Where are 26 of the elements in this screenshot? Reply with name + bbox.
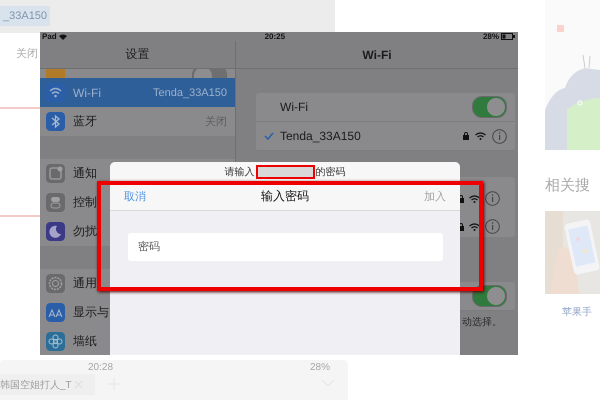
item-label: 勿扰 [73,223,97,240]
item-label: 通知 [73,165,97,182]
dialog-prompt: 请输入 [224,166,254,179]
tab-title: 韩国空姐打人_T [0,378,72,392]
item-value: Tenda_33A150 [152,86,227,98]
item-label: 控制 [73,194,97,211]
network-name: Tenda_33A150 [280,129,362,143]
item-label: Wi-Fi [73,86,101,100]
dialog-title: 输入密码 [261,188,309,204]
item-label: 通用 [73,275,97,292]
carrier-label: Pad [42,32,57,41]
selected-text: _33A150 [0,6,50,26]
item-label: 墙纸 [73,333,97,350]
battery-level: 28% [482,32,499,41]
hint-text: 动选择。 [462,316,502,329]
pane-title: Wi-Fi [236,41,518,69]
item-label: 蓝牙 [73,113,97,130]
image-caption: 苹果手 [562,306,592,319]
dialog-prompt: 的密码 [316,166,346,179]
section-heading: 相关搜 [545,176,590,195]
status-time: 20:28 [88,362,114,373]
status-time: 20:25 [264,32,286,41]
row-label: Wi-Fi [280,100,309,114]
battery-level: 28% [310,362,330,373]
item-label: 显示与 [73,304,109,321]
value-text: 关闭 [16,46,38,61]
